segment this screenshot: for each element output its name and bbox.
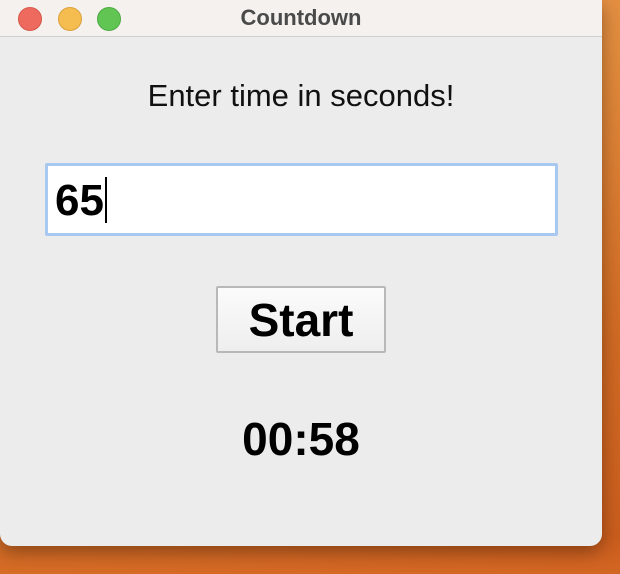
start-button[interactable]: Start: [216, 286, 386, 353]
prompt-label: Enter time in seconds!: [147, 78, 455, 113]
window-title: Countdown: [240, 5, 362, 30]
countdown-window: Countdown Enter time in seconds! 65 Star…: [0, 0, 602, 546]
seconds-input-value: 65: [55, 176, 107, 226]
input-value-text: 65: [55, 176, 104, 225]
seconds-input[interactable]: 65: [45, 163, 558, 236]
countdown-display: 00:58: [242, 413, 360, 465]
text-caret: [104, 177, 107, 223]
title-bar[interactable]: Countdown: [0, 0, 602, 37]
